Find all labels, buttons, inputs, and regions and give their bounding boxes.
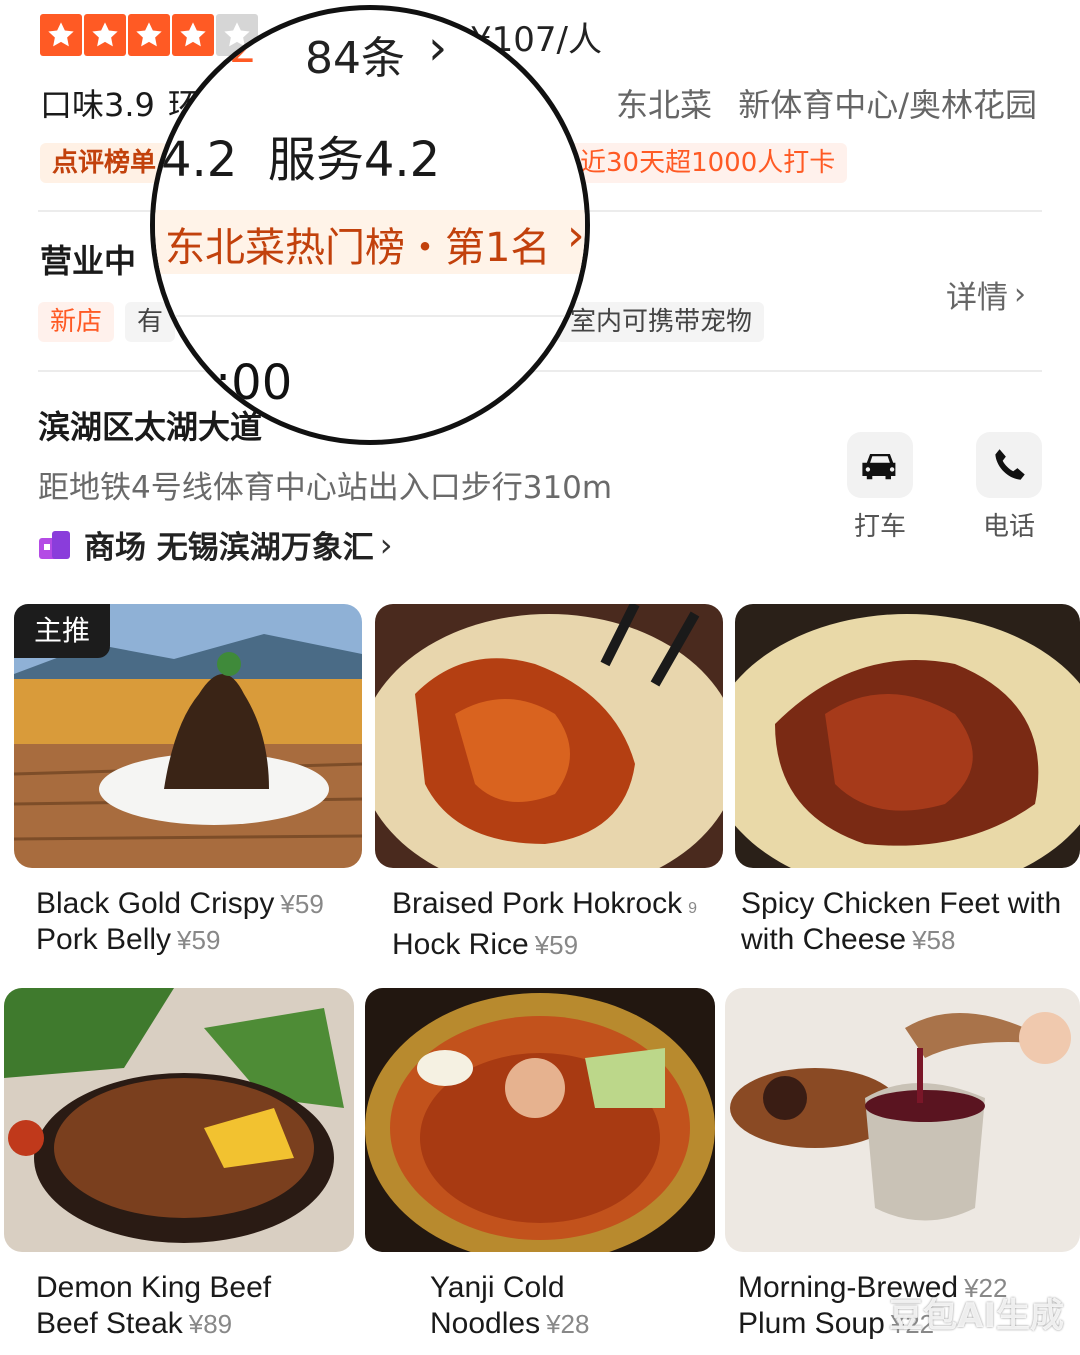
dish-price: ¥58 xyxy=(912,925,956,955)
dish-image-plum-soup[interactable] xyxy=(725,988,1080,1252)
metro-distance: 距地铁4号线体育中心站出入口步行310m xyxy=(38,470,613,506)
dish-name[interactable]: Spicy Chicken Feet with with Cheese ¥58 xyxy=(741,886,1061,958)
dish-name-line: Yanji Cold xyxy=(430,1271,565,1304)
phone-icon xyxy=(976,432,1042,498)
dish-name[interactable]: Black Gold Crispy ¥59 Pork Belly ¥59 xyxy=(36,886,324,958)
details-label: 详情 xyxy=(946,280,1008,316)
phone-label: 电话 xyxy=(982,512,1035,542)
dish-image-pork-hock[interactable] xyxy=(375,604,723,868)
chevron-right-icon: › xyxy=(428,20,448,76)
dish-price: ¥59 xyxy=(280,889,324,919)
taxi-button[interactable]: 打车 xyxy=(847,432,913,543)
dish-name-line: Pork Belly xyxy=(36,923,172,956)
cuisine-label: 东北菜 xyxy=(616,86,713,124)
cuisine-area: 东北菜 新体育中心/奥林花园 xyxy=(616,80,1037,126)
dish-price: ¥89 xyxy=(188,1309,233,1339)
dish-price: 9 xyxy=(688,900,698,917)
tag-pets: 室内可携带宠物 xyxy=(556,302,765,342)
chevron-right-icon: › xyxy=(1014,277,1026,312)
car-icon xyxy=(847,432,913,498)
phone-button[interactable]: 电话 xyxy=(976,432,1042,543)
magnified-review-count: 84条 xyxy=(305,33,405,84)
ai-watermark: 豆包AI生成 xyxy=(889,1296,1064,1336)
dish-name-line: Demon King Beef xyxy=(36,1271,272,1304)
dish-image-beef[interactable] xyxy=(4,988,354,1252)
area-label: 新体育中心/奥林花园 xyxy=(738,86,1037,124)
mall-link[interactable]: 商场 无锡滨湖万象汇 › xyxy=(38,522,393,567)
ranking-label: 东北菜热门榜・第1名 xyxy=(165,225,551,271)
mall-icon xyxy=(38,529,72,561)
dish-price: ¥28 xyxy=(546,1309,590,1339)
checkin-badge: 近30天超1000人打卡 xyxy=(560,143,848,183)
dish-name-line: Braised Pork Hokrock xyxy=(392,887,683,920)
tag-new-store: 新店 xyxy=(38,302,115,342)
chevron-right-icon: › xyxy=(567,210,585,261)
dish-name-line: Plum Soup xyxy=(738,1307,885,1340)
dish-name[interactable]: Yanji Cold Noodles ¥28 xyxy=(430,1270,589,1342)
featured-badge: 主推 xyxy=(14,604,110,658)
open-status: 营业中 xyxy=(40,242,137,280)
taste-score: 口味3.9 xyxy=(40,86,155,124)
dish-image-chicken-feet[interactable] xyxy=(735,604,1080,868)
dish-name-line: Noodles xyxy=(430,1307,541,1340)
dish-name-line: Black Gold Crispy xyxy=(36,887,275,920)
dish-name-line: Spicy Chicken Feet with xyxy=(741,887,1062,920)
details-link[interactable]: 详情 › xyxy=(946,272,1026,317)
magnified-rating: .2 xyxy=(215,22,257,73)
list-badge[interactable]: 点评榜单 xyxy=(40,143,169,183)
mall-label: 商场 无锡滨湖万象汇 xyxy=(84,530,374,566)
dish-name-line: Beef Steak xyxy=(36,1307,183,1340)
dish-price: ¥59 xyxy=(534,930,579,960)
dish-image-cold-noodles[interactable] xyxy=(365,988,715,1252)
dish-name-line: with Cheese xyxy=(741,923,907,956)
dish-name[interactable]: Braised Pork Hokrock 9 Hock Rice ¥59 xyxy=(392,886,697,963)
magnified-scores: 4.2 服务4.2 xyxy=(161,132,441,188)
chevron-right-icon: › xyxy=(379,525,393,564)
magnified-hours: :00 xyxy=(215,355,293,411)
dish-name[interactable]: Demon King Beef Beef Steak ¥89 xyxy=(36,1270,271,1342)
star-icon xyxy=(40,14,82,56)
dish-name-line: Hock Rice xyxy=(392,928,529,961)
divider xyxy=(155,315,585,317)
taxi-label: 打车 xyxy=(853,512,906,542)
magnifier-lens: .2 84条 › 4.2 服务4.2 东北菜热门榜・第1名 › :00 xyxy=(150,5,590,445)
dish-price: ¥59 xyxy=(177,925,221,955)
star-icon xyxy=(84,14,126,56)
